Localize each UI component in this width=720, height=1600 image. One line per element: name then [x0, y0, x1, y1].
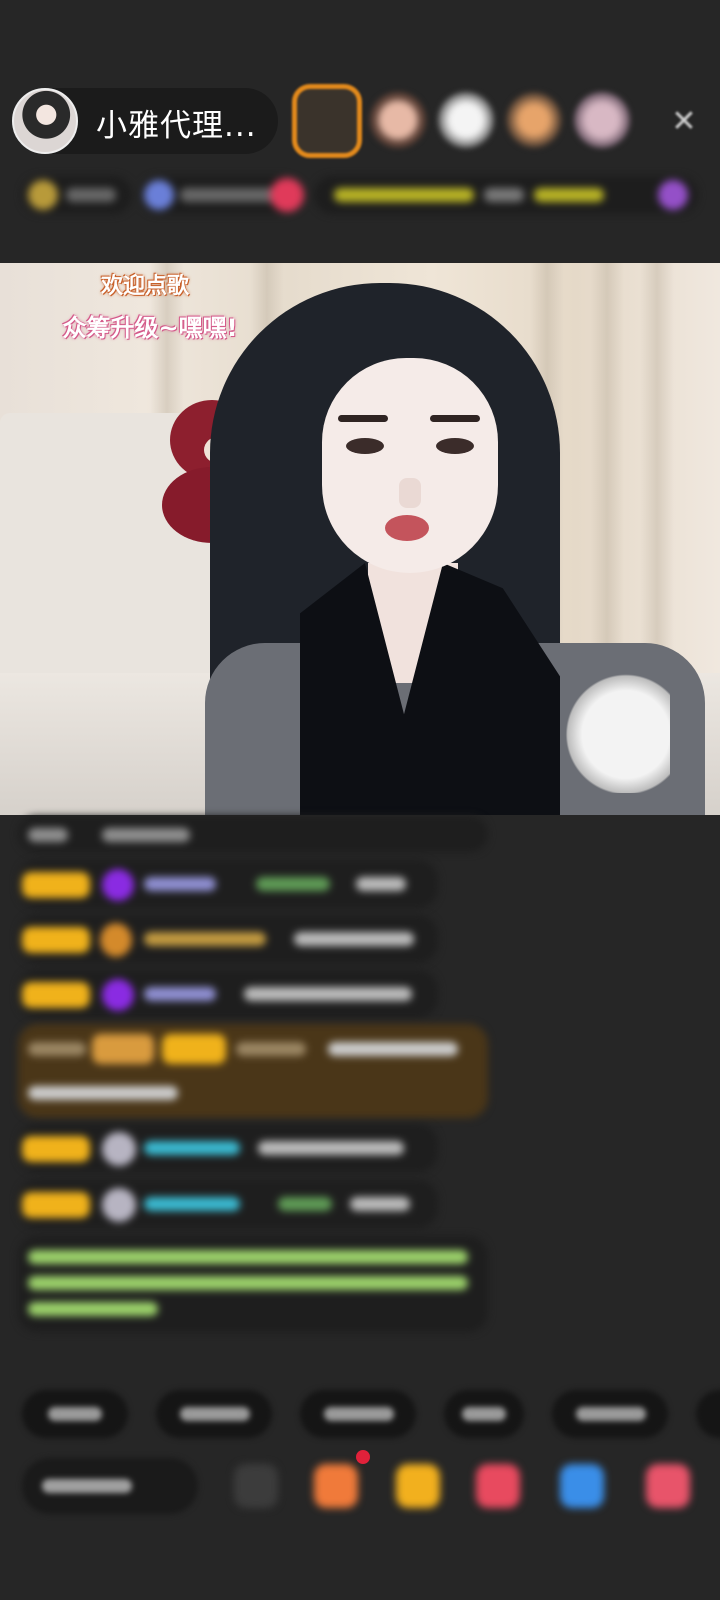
quick-reply-button[interactable] — [300, 1390, 416, 1438]
brow — [338, 415, 388, 422]
video-overlay-title: 欢迎点歌 — [100, 274, 189, 299]
eye — [346, 438, 384, 454]
mouth — [385, 515, 429, 541]
viewer-avatar-top1[interactable] — [292, 84, 362, 158]
host-avatar[interactable] — [12, 88, 78, 154]
host-name: 小雅代理... — [96, 108, 257, 144]
viewer-avatar[interactable] — [438, 92, 494, 148]
chat-message — [18, 1124, 438, 1172]
chat-input[interactable] — [22, 1458, 198, 1514]
share-icon[interactable] — [560, 1464, 604, 1508]
quick-reply-button[interactable] — [22, 1390, 128, 1438]
notification-dot — [356, 1450, 370, 1464]
bottom-toolbar — [0, 1450, 720, 1558]
viewer-avatar[interactable] — [506, 92, 562, 148]
activity-banner[interactable] — [314, 176, 698, 214]
chat-message — [18, 970, 438, 1018]
chat-message — [18, 860, 438, 908]
host-info-pill[interactable]: 小雅代理... — [12, 88, 278, 154]
quick-reply-button[interactable] — [156, 1390, 272, 1438]
rank-tag[interactable] — [22, 176, 132, 214]
chat-message — [18, 915, 438, 963]
quick-reply-row — [0, 1390, 720, 1446]
quick-reply-button[interactable] — [552, 1390, 668, 1438]
red-packet-icon[interactable] — [396, 1464, 440, 1508]
live-video[interactable]: 欢迎点歌 众筹升级~嘿嘿! — [0, 263, 720, 815]
brow — [430, 415, 480, 422]
gift-box-icon[interactable] — [314, 1464, 358, 1508]
nose — [399, 478, 421, 508]
video-overlay-subtitle: 众筹升级~嘿嘿! — [62, 314, 238, 342]
close-icon[interactable]: ✕ — [666, 104, 702, 140]
viewer-avatar[interactable] — [370, 92, 426, 148]
system-notice — [18, 1236, 488, 1332]
viewer-avatar[interactable] — [574, 92, 630, 148]
quick-reply-button[interactable] — [444, 1390, 524, 1438]
chat-message — [18, 816, 488, 852]
more-icon[interactable] — [234, 1464, 278, 1508]
chat-message-highlight — [18, 1024, 488, 1118]
quick-reply-button[interactable] — [696, 1390, 720, 1438]
eye — [436, 438, 474, 454]
microphone-icon — [560, 663, 670, 793]
pk-icon[interactable] — [476, 1464, 520, 1508]
chat-message — [18, 1180, 438, 1228]
gift-icon[interactable] — [646, 1464, 690, 1508]
hot-icon[interactable] — [264, 176, 306, 214]
anchor-tags-row — [22, 172, 698, 218]
